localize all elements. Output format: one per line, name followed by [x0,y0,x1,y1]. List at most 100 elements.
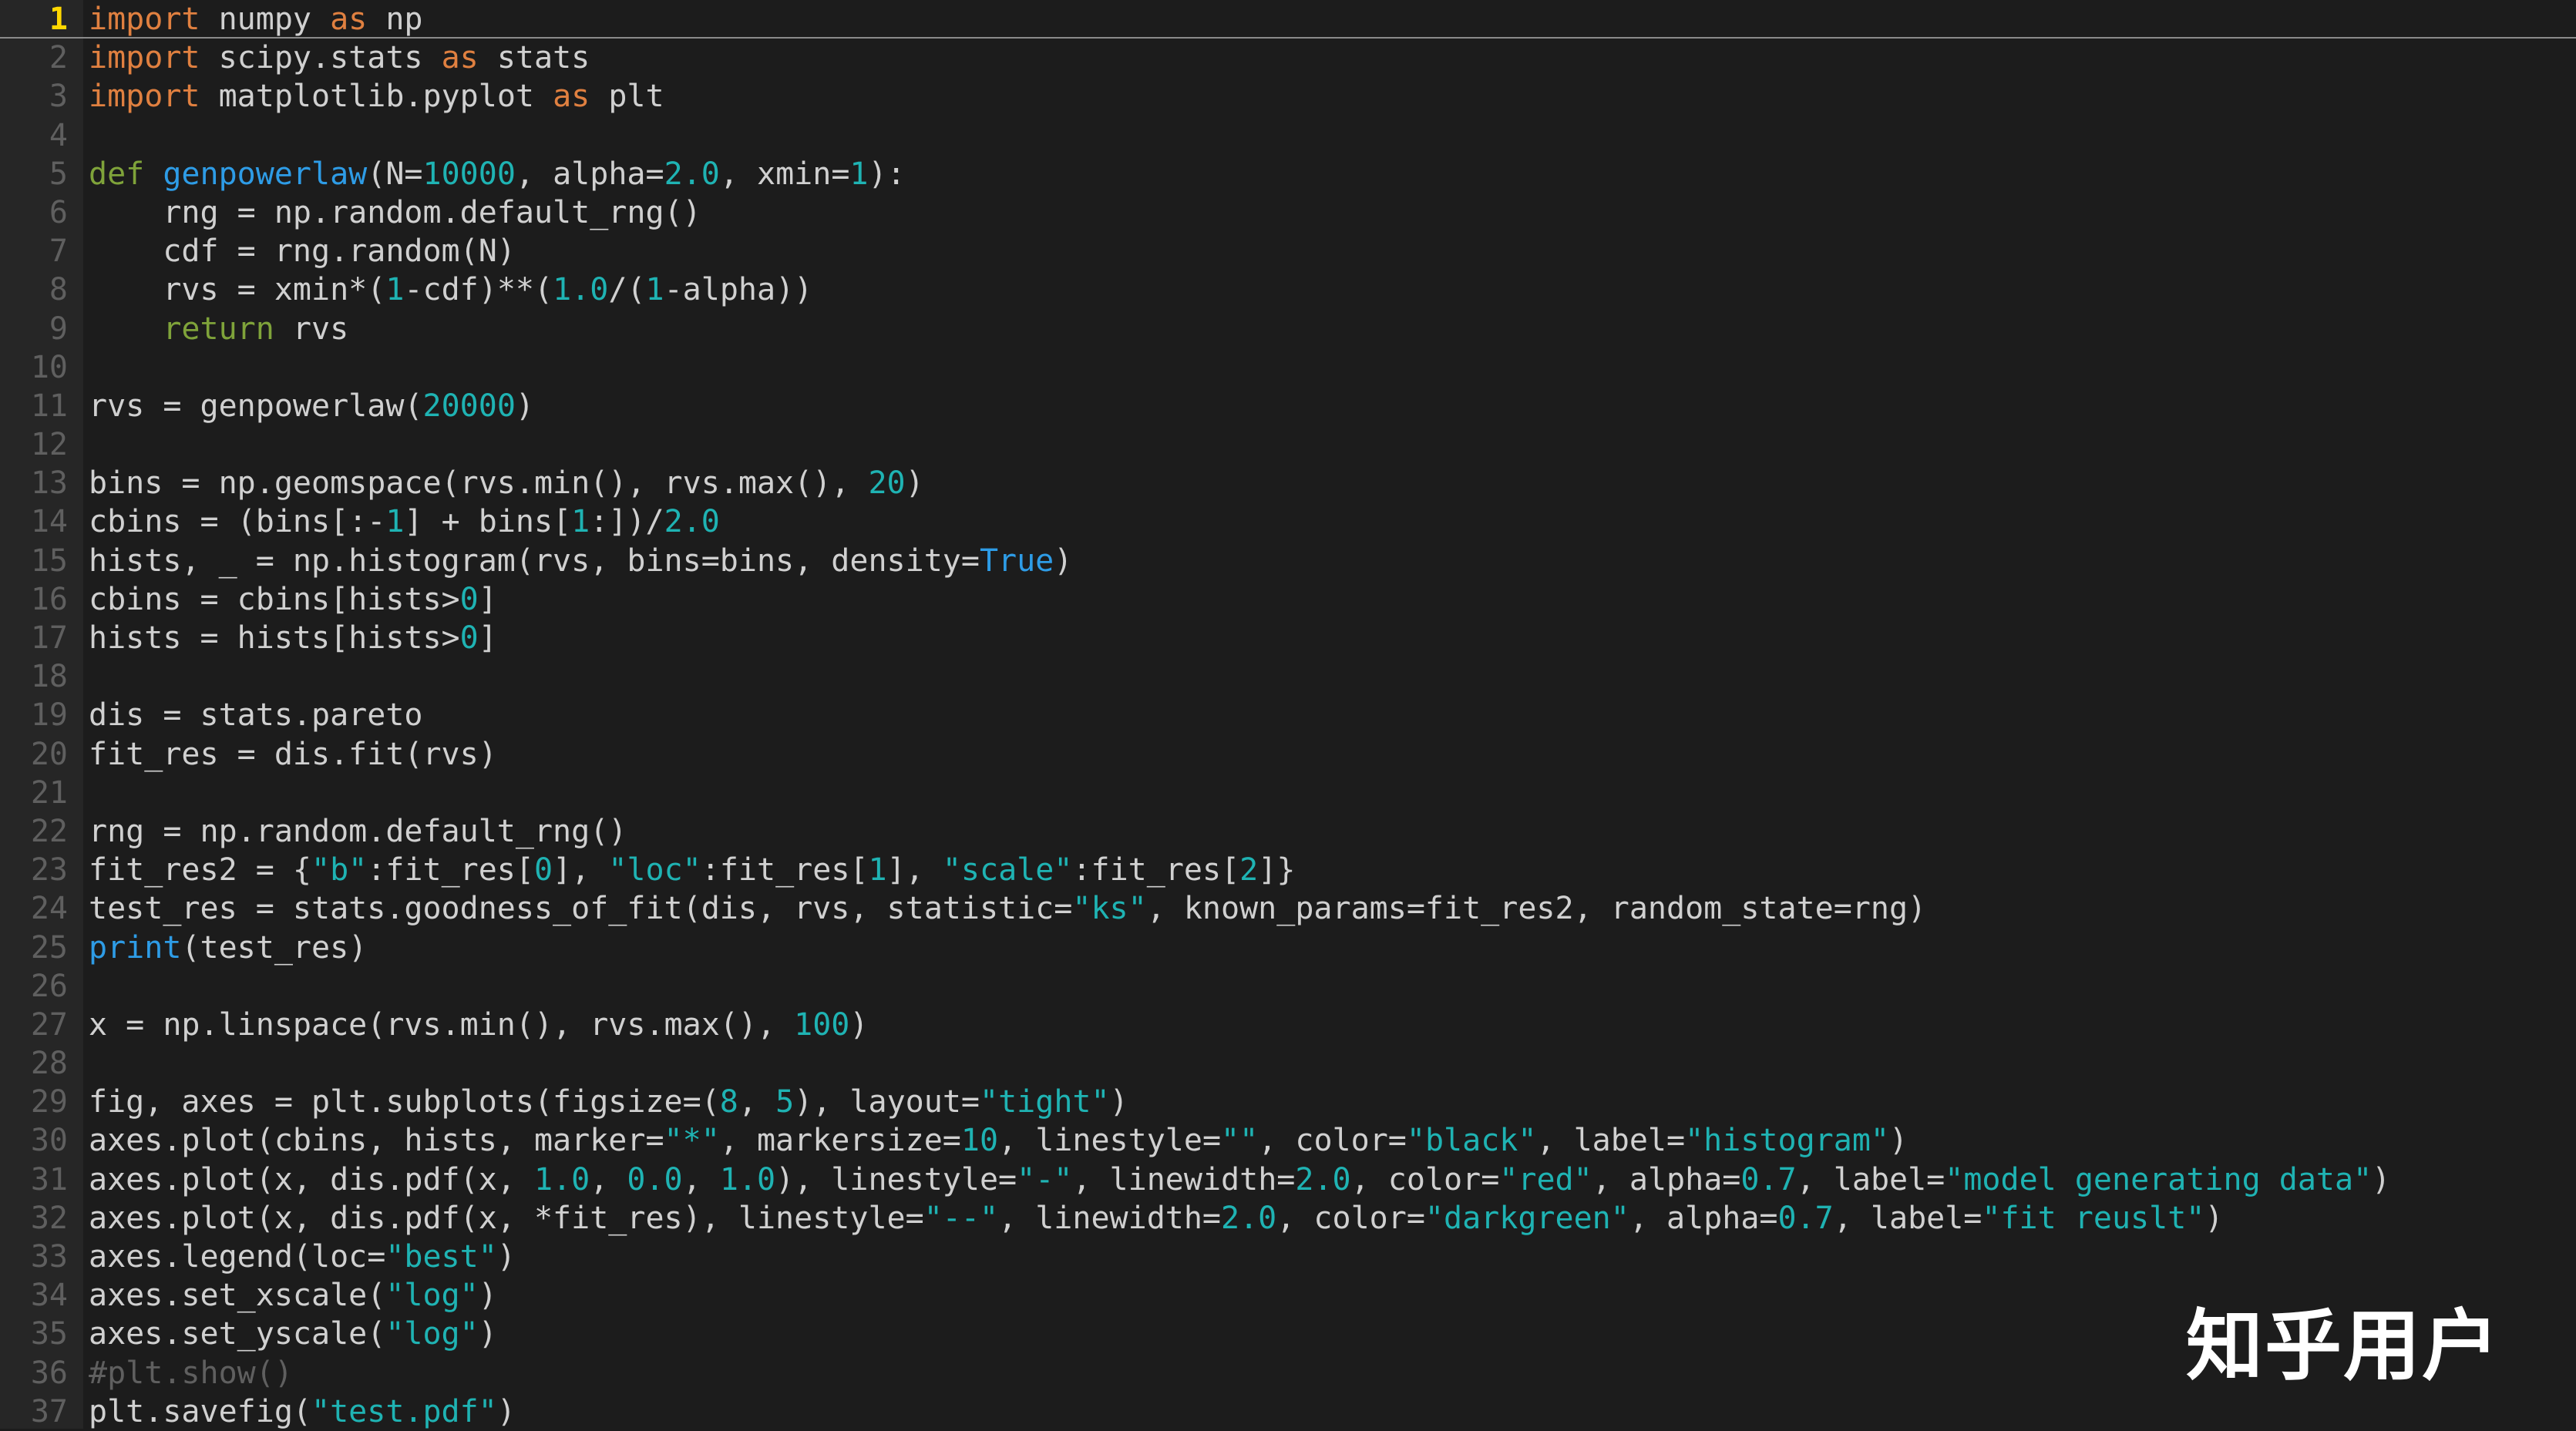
code-text[interactable]: plt.savefig("test.pdf") [89,1392,516,1431]
code-line[interactable]: 21 [0,774,2576,812]
code-text[interactable]: import numpy as np [89,0,423,39]
code-line[interactable]: 25 print(test_res) [0,929,2576,967]
code-token: ) [2372,1161,2391,1198]
code-token: 1.0 [553,272,609,308]
code-line[interactable]: 10 [0,348,2576,387]
code-token: ) [515,388,534,424]
code-line[interactable]: 1 import numpy as np [0,0,2576,39]
code-line[interactable]: 33 axes.legend(loc="best") [0,1238,2576,1276]
code-text[interactable]: cbins = (bins[:-1] + bins[1:])/2.0 [89,502,720,541]
code-token: :])/ [590,504,664,540]
code-token: , label= [1536,1123,1686,1159]
code-token: /( [608,272,646,308]
code-text[interactable]: def genpowerlaw(N=10000, alpha=2.0, xmin… [89,155,906,193]
code-token: matplotlib.pyplot [200,79,553,115]
code-token: import [89,79,200,115]
code-line[interactable]: 9 return rvs [0,310,2576,348]
code-token: rvs = xmin*( [89,272,386,308]
code-text[interactable]: bins = np.geomspace(rvs.min(), rvs.max()… [89,464,924,502]
code-line[interactable]: 37 plt.savefig("test.pdf") [0,1392,2576,1431]
code-text[interactable]: print(test_res) [89,929,367,967]
code-text[interactable]: rvs = xmin*(1-cdf)**(1.0/(1-alpha)) [89,270,812,309]
code-token: import [89,2,200,37]
code-text[interactable]: axes.plot(x, dis.pdf(x, 1.0, 0.0, 1.0), … [89,1161,2390,1199]
code-token: 1.0 [719,1161,776,1198]
code-text[interactable]: import matplotlib.pyplot as plt [89,77,664,116]
code-line[interactable]: 32 axes.plot(x, dis.pdf(x, *fit_res), lin… [0,1199,2576,1238]
code-token: "log" [385,1316,479,1352]
code-text[interactable]: axes.set_xscale("log") [89,1276,497,1315]
code-token: ], [886,852,943,888]
code-token: as [553,79,590,115]
code-line[interactable]: 8 rvs = xmin*(1-cdf)**(1.0/(1-alpha)) [0,270,2576,309]
code-text[interactable]: x = np.linspace(rvs.min(), rvs.max(), 10… [89,1006,868,1044]
code-line[interactable]: 14 cbins = (bins[:-1] + bins[1:])/2.0 [0,502,2576,541]
code-token: 0.7 [1740,1161,1797,1198]
code-line[interactable]: 17 hists = hists[hists>0] [0,619,2576,657]
code-line[interactable]: 29 fig, axes = plt.subplots(figsize=(8, 5… [0,1083,2576,1121]
code-text[interactable]: rng = np.random.default_rng() [89,812,627,851]
code-token: :fit_res[ [1072,852,1240,888]
code-text[interactable]: rng = np.random.default_rng() [89,193,701,232]
code-line[interactable]: 23 fit_res2 = {"b":fit_res[0], "loc":fit_… [0,851,2576,889]
code-line[interactable]: 11 rvs = genpowerlaw(20000) [0,387,2576,425]
code-line[interactable]: 3 import matplotlib.pyplot as plt [0,77,2576,116]
code-line[interactable]: 31 axes.plot(x, dis.pdf(x, 1.0, 0.0, 1.0)… [0,1161,2576,1199]
line-number: 19 [30,697,68,734]
code-text[interactable]: fit_res = dis.fit(rvs) [89,735,497,774]
code-token: ] [478,620,497,656]
code-line[interactable]: 4 [0,116,2576,155]
code-text[interactable]: hists, _ = np.histogram(rvs, bins=bins, … [89,542,1072,580]
line-number: 6 [49,194,68,230]
line-number: 34 [30,1278,68,1314]
code-text[interactable]: axes.legend(loc="best") [89,1238,516,1276]
code-text[interactable]: return rvs [89,310,348,348]
code-line[interactable]: 26 [0,967,2576,1006]
code-line[interactable]: 30 axes.plot(cbins, hists, marker="*", ma… [0,1121,2576,1160]
code-line[interactable]: 18 [0,657,2576,696]
code-token: -alpha)) [664,272,813,308]
code-line[interactable]: 20 fit_res = dis.fit(rvs) [0,735,2576,774]
code-token: ) [1889,1123,1908,1159]
code-line[interactable]: 13 bins = np.geomspace(rvs.min(), rvs.max… [0,464,2576,502]
code-token: rvs [274,311,349,347]
code-text[interactable]: axes.plot(x, dis.pdf(x, *fit_res), lines… [89,1199,2223,1238]
line-number: 8 [49,272,68,308]
code-line[interactable]: 28 [0,1044,2576,1083]
code-text[interactable]: import scipy.stats as stats [89,39,590,77]
code-text[interactable]: fit_res2 = {"b":fit_res[0], "loc":fit_re… [89,851,1295,889]
code-token: ) [1109,1084,1128,1120]
code-line[interactable]: 19 dis = stats.pareto [0,696,2576,734]
code-token: ) [2204,1200,2224,1236]
line-number: 21 [30,774,68,811]
code-text[interactable]: rvs = genpowerlaw(20000) [89,387,534,425]
code-line[interactable]: 15 hists, _ = np.histogram(rvs, bins=bins… [0,542,2576,580]
code-lines[interactable]: 1 import numpy as np 2 import scipy.stats a… [0,0,2576,1431]
code-text[interactable]: #plt.show() [89,1354,293,1392]
code-token: 1 [849,156,869,192]
code-line[interactable]: 12 [0,425,2576,464]
code-line[interactable]: 16 cbins = cbins[hists>0] [0,580,2576,619]
code-token: 1.0 [533,1161,590,1198]
code-line[interactable]: 6 rng = np.random.default_rng() [0,193,2576,232]
code-token: print [89,929,182,966]
code-text[interactable]: axes.plot(cbins, hists, marker="*", mark… [89,1121,1908,1160]
code-line[interactable]: 5 def genpowerlaw(N=10000, alpha=2.0, xmi… [0,155,2576,193]
code-line[interactable]: 2 import scipy.stats as stats [0,39,2576,77]
code-token: 2.0 [664,504,720,540]
code-text[interactable]: cbins = cbins[hists>0] [89,580,497,619]
code-text[interactable]: axes.set_yscale("log") [89,1315,497,1353]
code-text[interactable]: test_res = stats.goodness_of_fit(dis, rv… [89,889,1926,928]
code-text[interactable]: fig, axes = plt.subplots(figsize=(8, 5),… [89,1083,1128,1121]
code-text[interactable]: hists = hists[hists>0] [89,619,497,657]
code-line[interactable]: 7 cdf = rng.random(N) [0,232,2576,270]
code-line[interactable]: 27 x = np.linspace(rvs.min(), rvs.max(), … [0,1006,2576,1044]
code-token: ): [868,156,906,192]
code-text[interactable]: cdf = rng.random(N) [89,232,516,270]
line-number: 28 [30,1046,68,1082]
code-line[interactable]: 24 test_res = stats.goodness_of_fit(dis, … [0,889,2576,928]
code-editor[interactable]: 1 import numpy as np 2 import scipy.stats a… [0,0,2576,1429]
code-text[interactable]: dis = stats.pareto [89,696,422,734]
code-line[interactable]: 22 rng = np.random.default_rng() [0,812,2576,851]
code-token: cdf = rng.random(N) [89,233,516,270]
